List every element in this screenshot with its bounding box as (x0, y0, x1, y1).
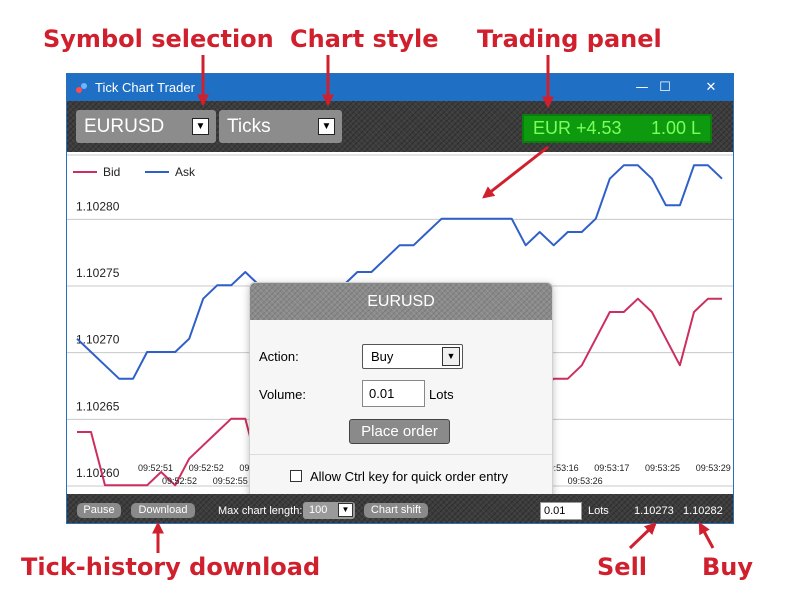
callout-buy: Buy (702, 553, 754, 581)
volume-input[interactable]: 0.01 (362, 380, 425, 407)
callout-tick-history-download: Tick-history download (21, 553, 321, 581)
symbol-select-value: EURUSD (84, 116, 165, 137)
toolbar: EURUSD ▼ Ticks ▼ EUR +4.53 1.00 L (67, 101, 733, 152)
x-tick-label: 09:52:51 (138, 463, 173, 473)
max-chart-length-value: 100 (309, 504, 328, 516)
tick-chart[interactable]: 1.10260 1.10265 1.10270 1.10275 1.10280 Bid As… (67, 152, 733, 494)
buy-price-button[interactable]: 1.10282 (683, 505, 723, 517)
x-tick-label: 09:52:52 (162, 476, 197, 486)
trading-panel[interactable]: EUR +4.53 1.00 L (522, 114, 712, 143)
x-tick-label: 09:52:55 (213, 476, 248, 486)
y-tick-label: 1.10275 (76, 266, 120, 280)
maximize-button[interactable]: ☐ (642, 74, 688, 101)
max-chart-length-select[interactable]: 100 ▼ (303, 502, 355, 519)
close-button[interactable]: ✕ (688, 74, 733, 101)
quick-lots-input[interactable]: 0.01 (540, 502, 582, 520)
ctrl-key-checkbox[interactable] (290, 470, 302, 482)
ctrl-key-checkbox-label: Allow Ctrl key for quick order entry (310, 469, 508, 484)
title-bar[interactable]: Tick Chart Trader — ☐ ✕ (67, 74, 733, 101)
chart-style-select[interactable]: Ticks ▼ (219, 110, 342, 143)
quick-lots-label: Lots (588, 505, 609, 517)
y-tick-label: 1.10280 (76, 199, 120, 213)
callout-symbol-selection: Symbol selection (43, 25, 274, 53)
action-label: Action: (259, 349, 299, 364)
order-dialog: EURUSD Action: Buy ▼ Volume: 0.01 Lots P… (249, 282, 553, 494)
volume-label: Volume: (259, 387, 306, 402)
window-title: Tick Chart Trader (95, 80, 195, 95)
dialog-divider (250, 454, 552, 455)
app-logo-icon (76, 83, 87, 93)
arrow-buy (698, 521, 715, 549)
arrow-sell (628, 522, 657, 550)
legend-label-bid: Bid (103, 165, 120, 179)
order-dialog-title: EURUSD (250, 283, 552, 320)
trading-panel-pnl: EUR +4.53 (533, 118, 622, 138)
x-tick-label: 09:53:29 (696, 463, 731, 473)
place-order-button[interactable]: Place order (349, 419, 450, 444)
chevron-down-icon[interactable]: ▼ (442, 347, 460, 366)
chevron-down-icon[interactable]: ▼ (318, 118, 335, 135)
x-tick-label: 09:53:25 (645, 463, 680, 473)
action-select-value: Buy (371, 349, 394, 364)
max-chart-length-label: Max chart length: (218, 505, 303, 517)
x-tick-label: 09:53:26 (568, 476, 603, 486)
sell-price-button[interactable]: 1.10273 (634, 505, 674, 517)
chevron-down-icon[interactable]: ▼ (192, 118, 209, 135)
callout-sell: Sell (597, 553, 648, 581)
chevron-down-icon[interactable]: ▼ (338, 503, 353, 517)
legend-label-ask: Ask (175, 165, 196, 179)
app-window: Tick Chart Trader — ☐ ✕ EURUSD ▼ Ticks ▼… (66, 73, 734, 524)
status-bar: Pause Download Max chart length: 100 ▼ C… (67, 494, 733, 523)
symbol-select[interactable]: EURUSD ▼ (76, 110, 216, 143)
download-button[interactable]: Download (131, 503, 195, 518)
chart-style-select-value: Ticks (227, 116, 271, 137)
x-tick-label: 09:53:17 (594, 463, 629, 473)
volume-unit-label: Lots (429, 387, 454, 402)
y-tick-label: 1.10260 (76, 466, 120, 480)
callout-trading-panel: Trading panel (477, 25, 662, 53)
callout-chart-style: Chart style (290, 25, 439, 53)
chart-shift-button[interactable]: Chart shift (364, 503, 428, 518)
pause-button[interactable]: Pause (77, 503, 121, 518)
action-select[interactable]: Buy ▼ (362, 344, 463, 369)
trading-panel-lots: 1.00 L (650, 118, 701, 138)
y-tick-label: 1.10265 (76, 399, 120, 413)
x-tick-label: 09:52:52 (189, 463, 224, 473)
